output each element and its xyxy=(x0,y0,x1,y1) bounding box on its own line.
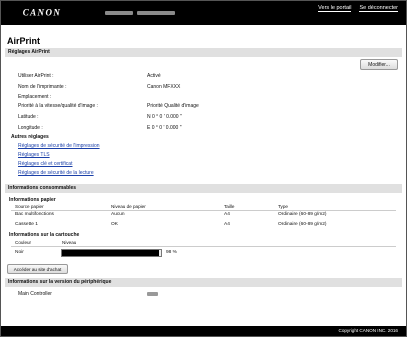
main-controller-label: Main Controller xyxy=(18,291,52,297)
printer-name-label: Nom de l'imprimante : xyxy=(18,84,67,90)
paper-source-header: Source papier xyxy=(15,204,44,209)
latitude-label: Latitude : xyxy=(18,114,39,120)
other-settings-heading: Autres réglages xyxy=(11,134,49,140)
paper-row-2-level: OK xyxy=(111,222,118,227)
paper-type-header: Type xyxy=(278,204,288,209)
location-label: Emplacement : xyxy=(18,94,52,100)
scan-security-link[interactable]: Réglages de sécurité de la lecture xyxy=(18,170,94,176)
airprint-settings-header: Réglages AirPrint xyxy=(5,48,402,57)
key-certificate-link[interactable]: Réglages clé et certificat xyxy=(18,161,72,167)
paper-row-1-type: Ordinaire (60-89 g/m2) xyxy=(278,212,327,217)
paper-row-2-type: Ordinaire (60-89 g/m2) xyxy=(278,222,327,227)
tls-settings-link[interactable]: Réglages TLS xyxy=(18,152,50,158)
consumables-header: Informations consommables xyxy=(5,184,402,193)
paper-row-2-source: Cassette 1 xyxy=(15,222,38,227)
browser-page: CANON Vers le portail Se déconnecter Air… xyxy=(0,0,407,337)
print-security-link[interactable]: Réglages de sécurité de l'impression xyxy=(18,143,100,149)
portal-link[interactable]: Vers le portail xyxy=(318,5,352,12)
canon-logo: CANON xyxy=(9,7,75,18)
cartridge-level-header: Niveau xyxy=(62,240,77,245)
main-controller-value xyxy=(147,291,158,297)
top-links: Vers le portail Se déconnecter xyxy=(318,5,398,12)
page-title: AirPrint xyxy=(7,36,41,46)
paper-row-1-source: Bac multifonctions xyxy=(15,212,54,217)
paper-row-1-size: A4 xyxy=(224,212,230,217)
cartridge-divider xyxy=(11,246,396,247)
priority-value: Priorité Qualité d'image xyxy=(147,103,199,109)
top-header: CANON Vers le portail Se déconnecter xyxy=(1,1,406,25)
priority-label: Priorité à la vitesse/qualité d'image : xyxy=(18,103,98,109)
device-name xyxy=(105,11,205,16)
table-divider xyxy=(11,210,396,211)
printer-name-value: Canon MFXXX xyxy=(147,84,181,90)
paper-row-1-level: Aucun xyxy=(111,212,125,217)
logout-link[interactable]: Se déconnecter xyxy=(359,5,398,12)
paper-size-header: Taille xyxy=(224,204,235,209)
cartridge-color-header: Couleur xyxy=(15,240,32,245)
cartridge-info-heading: Informations sur la cartouche xyxy=(9,232,80,238)
copyright: Copyright CANON INC. 2016 xyxy=(338,328,399,333)
footer: Copyright CANON INC. 2016 xyxy=(1,326,406,336)
svg-text:CANON: CANON xyxy=(23,8,62,18)
latitude-value: N 0 ° 0 ' 0.000 " xyxy=(147,114,182,120)
longitude-value: E 0 ° 0 ' 0.000 " xyxy=(147,125,182,131)
cartridge-color: Noir xyxy=(15,250,24,255)
paper-level-header: Niveau de papier xyxy=(111,204,146,209)
toner-level-fill xyxy=(62,250,160,256)
toner-level-bar xyxy=(61,249,162,257)
paper-info-heading: Informations papier xyxy=(9,197,56,203)
use-airprint-label: Utiliser AirPrint : xyxy=(18,73,54,79)
redacted-version xyxy=(147,291,158,296)
toner-level-text: 98 % xyxy=(166,250,177,255)
paper-row-2-size: A4 xyxy=(224,222,230,227)
version-header: Informations sur la version du périphéri… xyxy=(5,278,402,287)
longitude-label: Longitude : xyxy=(18,125,43,131)
use-airprint-value: Activé xyxy=(147,73,161,79)
purchase-site-button[interactable]: Accéder au site d'achat xyxy=(7,264,68,274)
modify-button[interactable]: Modifier... xyxy=(360,59,398,70)
